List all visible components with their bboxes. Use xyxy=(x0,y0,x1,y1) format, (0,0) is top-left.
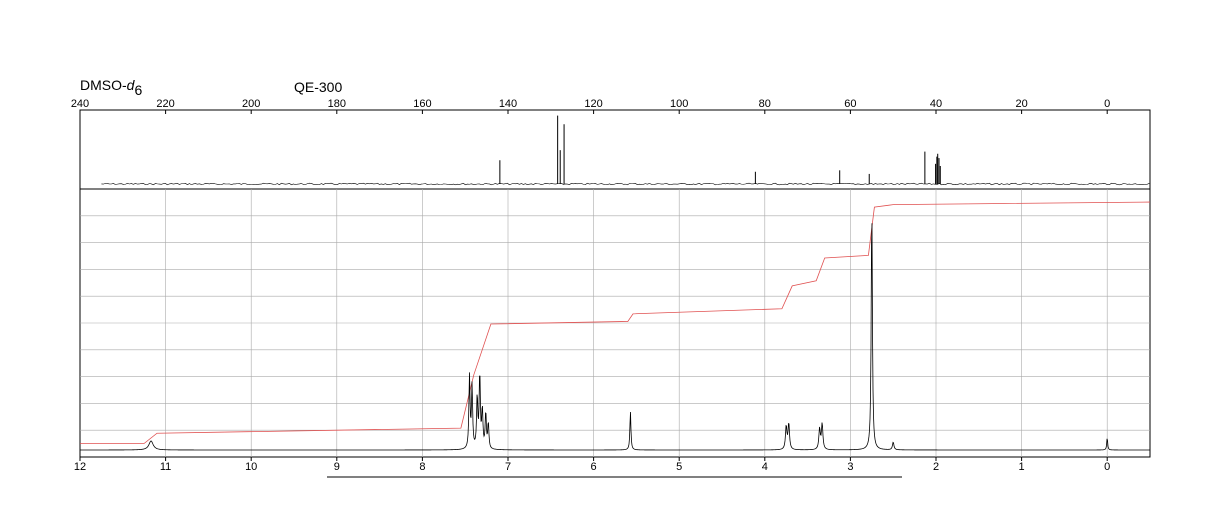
c13-baseline-noise xyxy=(101,182,1150,186)
c13-axis-ticks: 240 220 200 180 160 140 120 100 80 60 40 20 0 xyxy=(71,98,1110,114)
c13-tick-label: 20 xyxy=(1015,98,1027,110)
h1-tick-label: 8 xyxy=(419,461,425,473)
h1-tick-label: 5 xyxy=(676,461,682,473)
h1-tick-label: 0 xyxy=(1104,461,1110,473)
c13-tick-label: 120 xyxy=(584,98,602,110)
instrument-label: QE-300 xyxy=(294,79,342,95)
c13-tick-label: 200 xyxy=(242,98,260,110)
h1-spectrum-trace xyxy=(80,223,1150,451)
c13-tick-label: 100 xyxy=(670,98,688,110)
h1-tick-label: 2 xyxy=(933,461,939,473)
c13-panel-frame xyxy=(79,109,1151,190)
h1-tick-label: 4 xyxy=(762,461,768,473)
solvent-label: DMSO-d6 xyxy=(80,77,142,98)
h1-tick-label: 10 xyxy=(245,461,257,473)
c13-peaks xyxy=(499,115,941,184)
c13-tick-label: 180 xyxy=(328,98,346,110)
h1-tick-label: 7 xyxy=(505,461,511,473)
c13-tick-label: 220 xyxy=(156,98,174,110)
c13-tick-label: 40 xyxy=(930,98,942,110)
c13-tick-label: 140 xyxy=(499,98,517,110)
h1-tick-label: 11 xyxy=(160,461,171,473)
nmr-spectrum-figure: DMSO-d6 QE-300 240 220 200 180 160 140 120 100 8… xyxy=(71,77,1151,478)
c13-tick-label: 0 xyxy=(1104,98,1110,110)
h1-grid xyxy=(80,189,1150,457)
c13-tick-label: 60 xyxy=(844,98,856,110)
c13-tick-label: 80 xyxy=(759,98,771,110)
h1-spectrum-panel: 12 11 10 9 8 7 6 5 4 3 2 1 0 xyxy=(74,188,1151,473)
c13-tick-label: 240 xyxy=(71,98,89,110)
c13-spectrum-panel: 240 220 200 180 160 140 120 100 80 60 40 20 0 xyxy=(71,98,1151,190)
h1-tick-label: 12 xyxy=(74,461,86,473)
c13-tick-label: 160 xyxy=(413,98,431,110)
h1-axis-ticks: 12 11 10 9 8 7 6 5 4 3 2 1 0 xyxy=(74,457,1110,473)
h1-tick-label: 3 xyxy=(847,461,853,473)
h1-tick-label: 6 xyxy=(591,461,597,473)
h1-tick-label: 9 xyxy=(334,461,340,473)
h1-tick-label: 1 xyxy=(1019,461,1025,473)
